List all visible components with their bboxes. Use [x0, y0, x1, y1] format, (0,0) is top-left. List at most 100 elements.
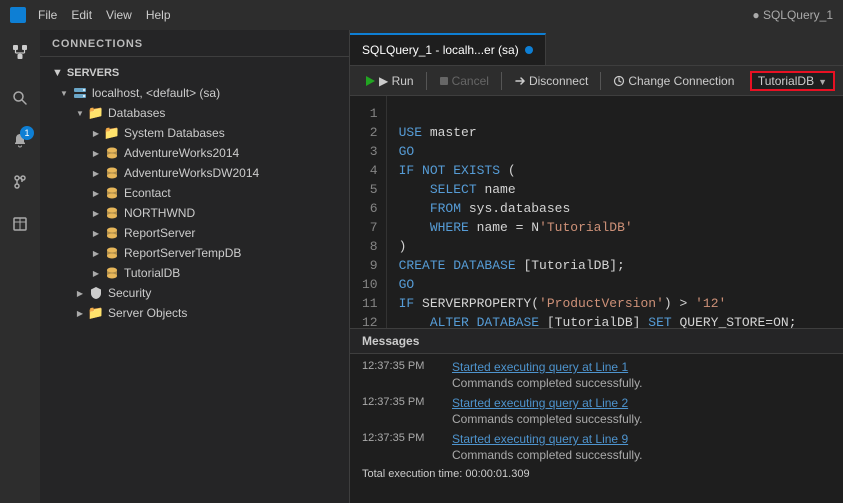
tree-item-localhost[interactable]: localhost, <default> (sa): [40, 83, 349, 103]
line-num-9: 9: [362, 256, 378, 275]
line-numbers: 1 2 3 4 5 6 7 8 9 10 11 12: [350, 96, 387, 328]
econtact-label: Econtact: [124, 186, 171, 200]
code-lines[interactable]: USE master GO IF NOT EXISTS ( SELECT nam…: [387, 96, 809, 328]
tree-item-server-objects[interactable]: 📁 Server Objects: [40, 303, 349, 323]
expand-reportservertempdb[interactable]: [88, 245, 104, 261]
line-num-3: 3: [362, 142, 378, 161]
title-bar-right: ● SQLQuery_1: [752, 8, 833, 22]
toolbar-sep-1: [426, 72, 427, 90]
run-icon: [364, 75, 376, 87]
msg-total-row: Total execution time: 00:00:01.309: [362, 468, 831, 480]
databases-folder-icon: 📁: [88, 105, 104, 121]
server-objects-icon: 📁: [88, 305, 104, 321]
tree-item-northwnd[interactable]: NORTHWND: [40, 203, 349, 223]
line-3: IF NOT EXISTS (: [399, 163, 516, 178]
msg-link-1[interactable]: Started executing query at Line 1: [452, 360, 628, 374]
server-objects-label: Server Objects: [108, 306, 187, 320]
line-num-11: 11: [362, 294, 378, 313]
econtact-icon: [104, 185, 120, 201]
northwnd-icon: [104, 205, 120, 221]
line-num-12: 12: [362, 313, 378, 328]
tree-item-reportservertempdb[interactable]: ReportServerTempDB: [40, 243, 349, 263]
tree-item-awdw2014[interactable]: AdventureWorksDW2014: [40, 163, 349, 183]
connections-tree: ▼ SERVERS localhost, <default> (sa): [40, 57, 349, 503]
icon-search[interactable]: [4, 82, 36, 114]
expand-northwnd[interactable]: [88, 205, 104, 221]
line-6: WHERE name = N'TutorialDB': [399, 220, 633, 235]
reportserver-label: ReportServer: [124, 226, 195, 240]
aw2014-label: AdventureWorks2014: [124, 146, 239, 160]
expand-localhost[interactable]: [56, 85, 72, 101]
tree-item-databases[interactable]: 📁 Databases: [40, 103, 349, 123]
msg-detail-3: Commands completed successfully.: [362, 448, 831, 462]
tutorialdb-icon: [104, 265, 120, 281]
run-button[interactable]: ▶ Run: [358, 72, 420, 90]
reportservertempdb-label: ReportServerTempDB: [124, 246, 241, 260]
northwnd-label: NORTHWND: [124, 206, 195, 220]
line-num-10: 10: [362, 275, 378, 294]
connection-db-name: TutorialDB: [758, 74, 814, 88]
disconnect-button[interactable]: Disconnect: [508, 72, 594, 90]
run-label: ▶ Run: [379, 74, 414, 88]
icon-table[interactable]: [4, 208, 36, 240]
expand-databases[interactable]: [72, 105, 88, 121]
tree-item-aw2014[interactable]: AdventureWorks2014: [40, 143, 349, 163]
msg-link-3[interactable]: Started executing query at Line 9: [452, 432, 628, 446]
reportservertempdb-icon: [104, 245, 120, 261]
msg-time-2: 12:37:35 PM: [362, 396, 442, 408]
code-editor[interactable]: 1 2 3 4 5 6 7 8 9 10 11 12 USE master GO…: [350, 96, 843, 328]
line-5: FROM sys.databases: [399, 201, 571, 216]
menu-help[interactable]: Help: [146, 8, 171, 22]
security-icon: [88, 285, 104, 301]
servers-arrow[interactable]: ▼: [52, 67, 63, 79]
line-num-8: 8: [362, 237, 378, 256]
expand-server-objects[interactable]: [72, 305, 88, 321]
line-num-2: 2: [362, 123, 378, 142]
expand-security[interactable]: [72, 285, 88, 301]
tree-item-system-dbs[interactable]: 📁 System Databases: [40, 123, 349, 143]
menu-file[interactable]: File: [38, 8, 57, 22]
system-dbs-icon: 📁: [104, 125, 120, 141]
editor-toolbar: ▶ Run Cancel Disconnect: [350, 66, 843, 96]
cancel-icon: [439, 76, 449, 86]
tree-item-tutorialdb[interactable]: TutorialDB: [40, 263, 349, 283]
cancel-button[interactable]: Cancel: [433, 72, 495, 90]
expand-system-dbs[interactable]: [88, 125, 104, 141]
line-num-1: 1: [362, 104, 378, 123]
expand-tutorialdb[interactable]: [88, 265, 104, 281]
icon-connections[interactable]: [4, 36, 36, 68]
toolbar-sep-2: [501, 72, 502, 90]
menu-view[interactable]: View: [106, 8, 132, 22]
line-2: GO: [399, 144, 415, 159]
message-row-3: 12:37:35 PM Started executing query at L…: [362, 432, 831, 446]
expand-econtact[interactable]: [88, 185, 104, 201]
disconnect-label: Disconnect: [529, 74, 588, 88]
query-tab[interactable]: SQLQuery_1 - localh...er (sa): [350, 33, 546, 65]
change-connection-button[interactable]: Change Connection: [607, 72, 740, 90]
reportserver-icon: [104, 225, 120, 241]
line-10: IF SERVERPROPERTY('ProductVersion') > '1…: [399, 296, 727, 311]
msg-link-2[interactable]: Started executing query at Line 2: [452, 396, 628, 410]
servers-text: SERVERS: [67, 67, 119, 79]
change-conn-icon: [613, 75, 625, 87]
icon-git[interactable]: [4, 166, 36, 198]
connection-dropdown[interactable]: TutorialDB: [750, 71, 835, 91]
expand-reportserver[interactable]: [88, 225, 104, 241]
line-num-5: 5: [362, 180, 378, 199]
awdw2014-label: AdventureWorksDW2014: [124, 166, 259, 180]
tree-item-reportserver[interactable]: ReportServer: [40, 223, 349, 243]
security-label: Security: [108, 286, 151, 300]
title-bar-menu: File Edit View Help: [38, 8, 171, 22]
menu-edit[interactable]: Edit: [71, 8, 92, 22]
line-1: USE master: [399, 125, 477, 140]
server-icon: [72, 85, 88, 101]
awdw2014-icon: [104, 165, 120, 181]
expand-awdw2014[interactable]: [88, 165, 104, 181]
messages-panel: Messages 12:37:35 PM Started executing q…: [350, 328, 843, 503]
icon-notification[interactable]: 1: [4, 124, 36, 156]
expand-aw2014[interactable]: [88, 145, 104, 161]
line-11: ALTER DATABASE [TutorialDB] SET QUERY_ST…: [399, 315, 797, 328]
tree-item-econtact[interactable]: Econtact: [40, 183, 349, 203]
tree-item-security[interactable]: Security: [40, 283, 349, 303]
dropdown-arrow-icon: [818, 74, 827, 88]
